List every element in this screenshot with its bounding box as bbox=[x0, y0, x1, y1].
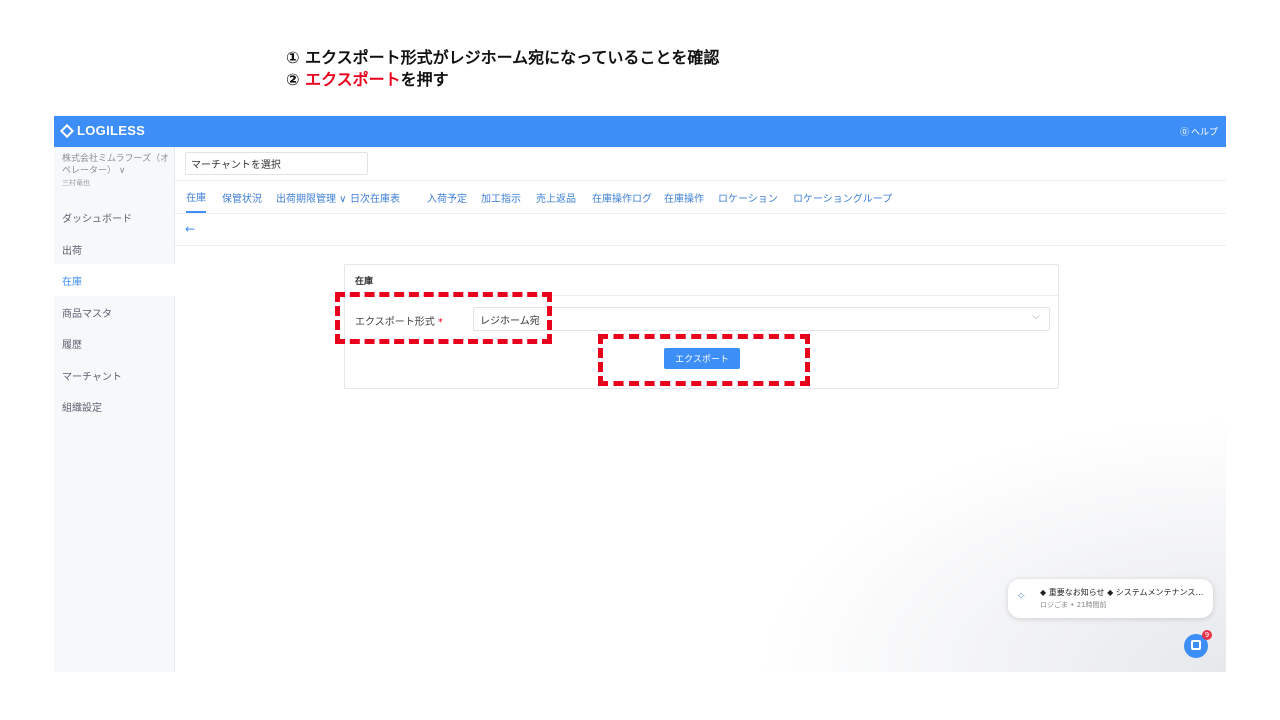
tab-location-group[interactable]: ロケーショングループ bbox=[793, 181, 892, 213]
tab-bar: 在庫 保管状況 出荷期限管理 ∨ 日次在庫表 入荷予定 加工指示 売上返品 在庫… bbox=[175, 180, 1226, 214]
tab-inventory-operation[interactable]: 在庫操作 bbox=[664, 181, 704, 213]
export-format-value: レジホーム宛 bbox=[480, 315, 540, 327]
notification-toast[interactable]: ✧ ◆ 重要なお知らせ ◆ システムメンテナンスの... ロジごま • 21時間… bbox=[1008, 579, 1213, 618]
merchant-select[interactable]: マーチャントを選択 bbox=[185, 152, 368, 175]
user-name: 三村竜也 bbox=[62, 179, 90, 187]
export-format-label-text: エクスポート形式 bbox=[355, 317, 435, 328]
instruction-text: ① エクスポート形式がレジホーム宛になっていることを確認 ② エクスポートを押す bbox=[286, 47, 719, 91]
company-name: 株式会社ミムラフーズ（オペレーター） ∨ bbox=[62, 154, 170, 176]
required-mark: * bbox=[437, 317, 443, 328]
logo[interactable]: LOGILESS bbox=[59, 123, 146, 138]
help-label: ヘルプ bbox=[1190, 128, 1218, 138]
sidebar-item-inventory[interactable]: 在庫 bbox=[54, 264, 175, 296]
card-title: 在庫 bbox=[355, 277, 374, 287]
sidebar: 株式会社ミムラフーズ（オペレーター） ∨ 三村竜也 ダッシュボード 出荷 在庫 … bbox=[54, 147, 175, 672]
sidebar-item-dashboard[interactable]: ダッシュボード bbox=[54, 201, 175, 233]
instruction-step-2-marker: ② bbox=[286, 70, 306, 89]
notification-title: ◆ 重要なお知らせ ◆ システムメンテナンスの... bbox=[1040, 588, 1205, 597]
tab-inbound-schedule[interactable]: 入荷予定 bbox=[427, 181, 467, 213]
tab-location[interactable]: ロケーション bbox=[718, 181, 778, 213]
help-link[interactable]: ⓪ ヘルプ bbox=[1180, 125, 1218, 138]
top-bar: LOGILESS ⓪ ヘルプ bbox=[54, 116, 1226, 147]
chevron-down-icon: ⌵ bbox=[1032, 311, 1040, 322]
tab-inventory[interactable]: 在庫 bbox=[186, 181, 206, 213]
arrow-left-icon[interactable]: ← bbox=[185, 222, 195, 236]
chat-icon bbox=[1191, 640, 1201, 650]
export-format-label: エクスポート形式 * bbox=[355, 313, 443, 328]
question-circle-icon: ⓪ bbox=[1179, 128, 1189, 138]
megaphone-icon: ✧ bbox=[1016, 589, 1027, 603]
instruction-step-1: ① エクスポート形式がレジホーム宛になっていることを確認 bbox=[286, 48, 720, 67]
sidebar-item-shipping[interactable]: 出荷 bbox=[54, 233, 175, 265]
notification-meta: ロジごま • 21時間前 bbox=[1040, 601, 1107, 609]
tab-inventory-log[interactable]: 在庫操作ログ bbox=[592, 181, 652, 213]
sidebar-item-merchant[interactable]: マーチャント bbox=[54, 359, 175, 391]
tab-processing-instruction[interactable]: 加工指示 bbox=[481, 181, 521, 213]
tab-sales-returns[interactable]: 売上返品 bbox=[536, 181, 576, 213]
instruction-step-2: ② エクスポートを押す bbox=[286, 69, 719, 91]
logo-text: LOGILESS bbox=[77, 123, 146, 138]
tab-expiry-management[interactable]: 出荷期限管理 ∨ bbox=[276, 181, 347, 213]
card-divider bbox=[345, 295, 1058, 296]
tab-storage-status[interactable]: 保管状況 bbox=[222, 181, 262, 213]
tab-daily-inventory[interactable]: 日次在庫表 bbox=[350, 181, 400, 213]
back-row: ← bbox=[175, 214, 1226, 246]
logo-diamond-icon bbox=[59, 123, 75, 138]
instruction-step-2-rest: を押す bbox=[400, 70, 449, 89]
chat-badge: 9 bbox=[1202, 630, 1212, 640]
export-format-select[interactable]: レジホーム宛 ⌵ bbox=[473, 307, 1050, 331]
instruction-step-2-highlight: エクスポート bbox=[305, 70, 401, 89]
export-button[interactable]: エクスポート bbox=[664, 348, 740, 369]
export-card: 在庫 エクスポート形式 * レジホーム宛 ⌵ エクスポート bbox=[344, 264, 1059, 389]
sidebar-item-org-settings[interactable]: 組織設定 bbox=[54, 390, 175, 422]
sidebar-item-product-master[interactable]: 商品マスタ bbox=[54, 296, 175, 328]
sidebar-item-history[interactable]: 履歴 bbox=[54, 327, 175, 359]
company-switcher[interactable]: 株式会社ミムラフーズ（オペレーター） ∨ 三村竜也 bbox=[62, 153, 170, 189]
app-window: LOGILESS ⓪ ヘルプ 株式会社ミムラフーズ（オペレーター） ∨ 三村竜也… bbox=[54, 116, 1226, 672]
